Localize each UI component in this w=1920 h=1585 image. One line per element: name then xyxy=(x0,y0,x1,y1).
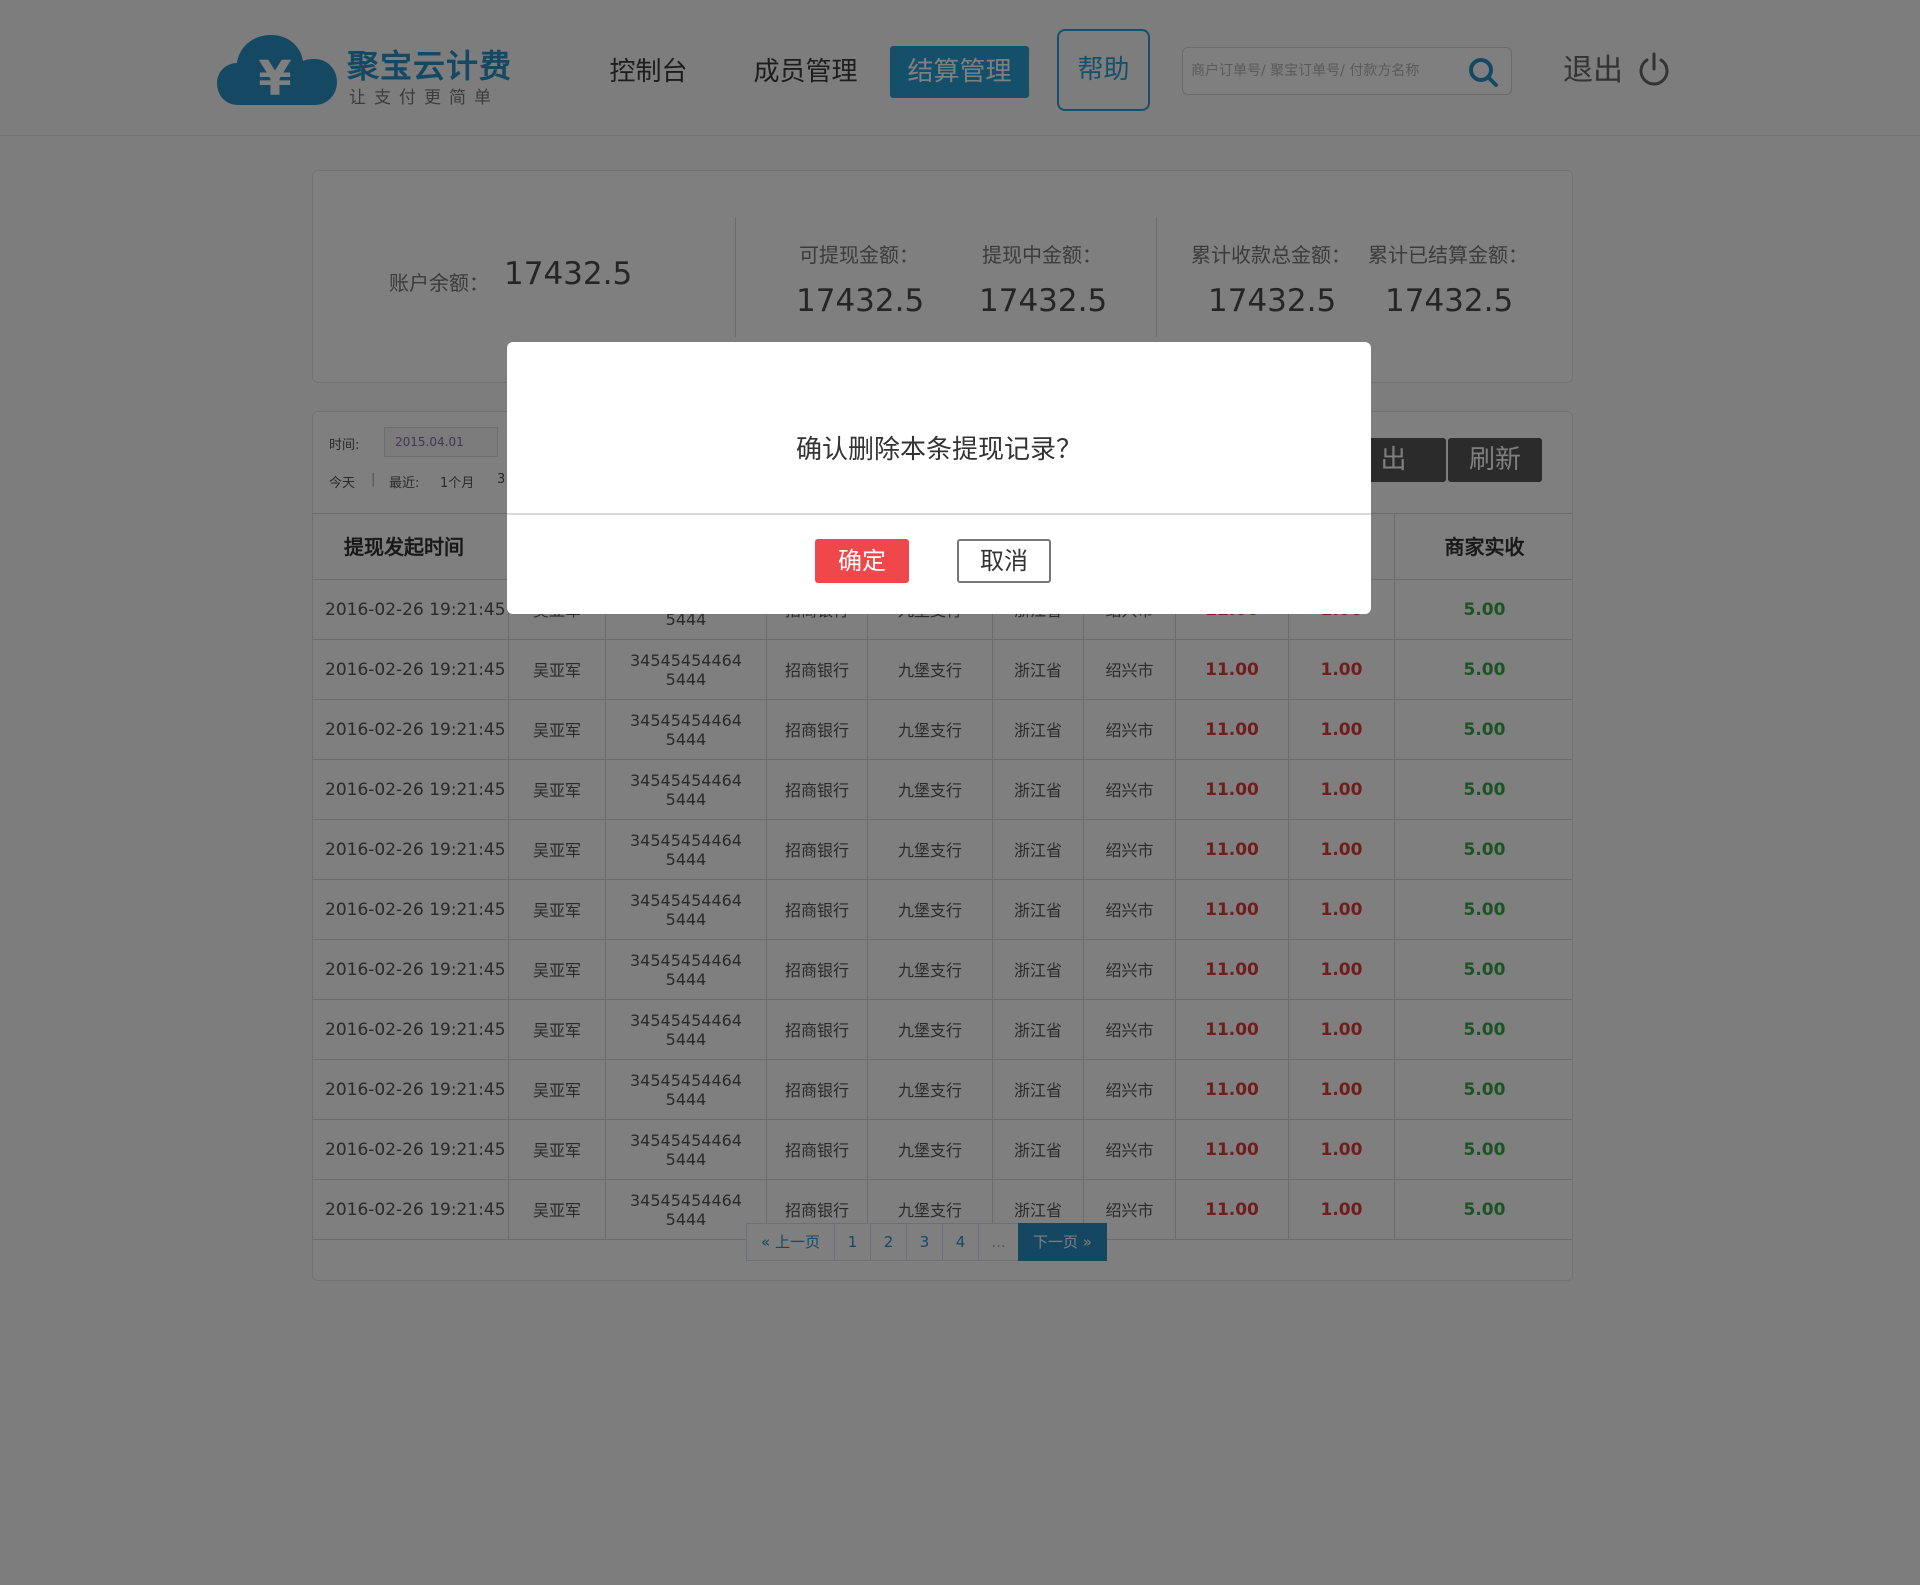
modal-overlay xyxy=(0,0,1920,1585)
confirm-dialog: 确认删除本条提现记录？ 确定 取消 xyxy=(507,342,1371,614)
dialog-divider xyxy=(507,513,1371,515)
confirm-button[interactable]: 确定 xyxy=(815,539,909,583)
cancel-button[interactable]: 取消 xyxy=(957,539,1051,583)
dialog-message: 确认删除本条提现记录？ xyxy=(795,435,1082,465)
